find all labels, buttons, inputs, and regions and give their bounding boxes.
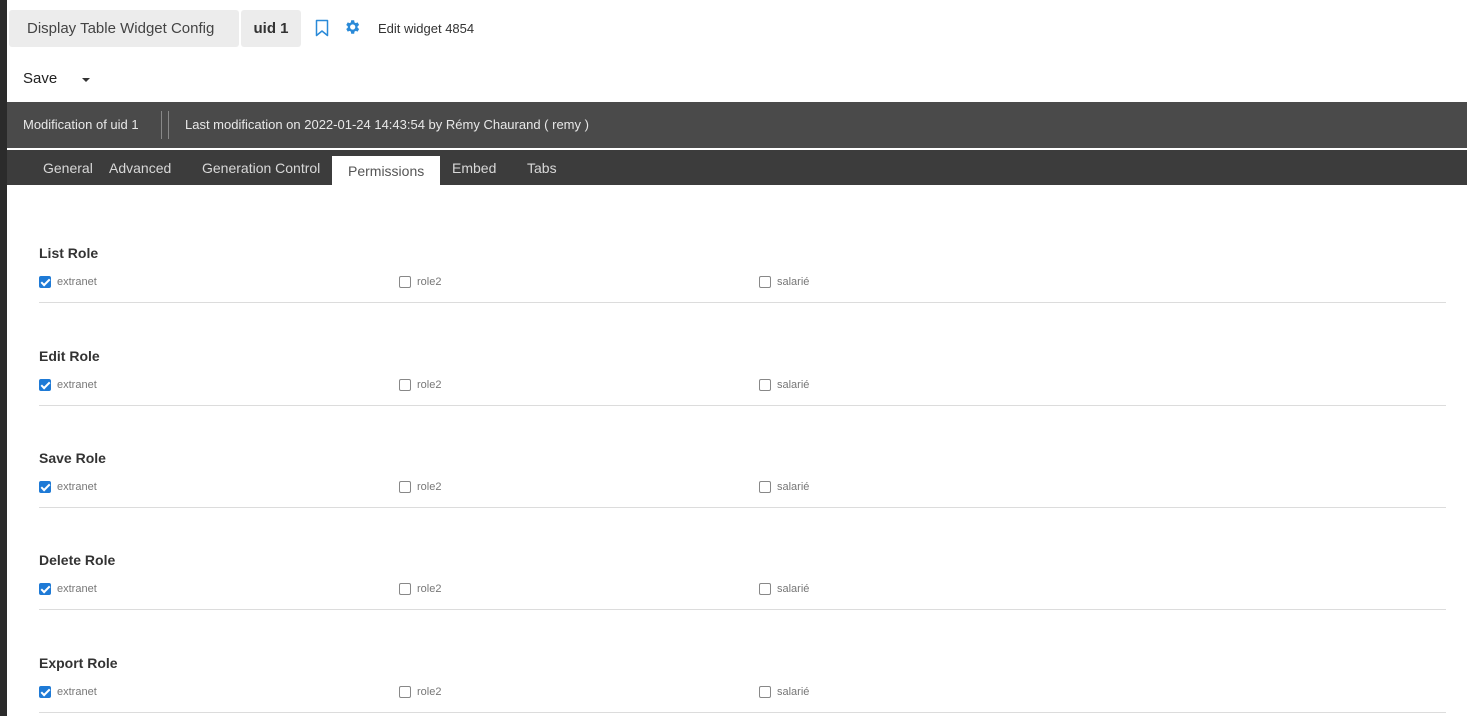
section-title: Edit Role <box>39 348 100 364</box>
checkbox-box[interactable] <box>759 276 771 288</box>
app-frame: Display Table Widget Config uid 1 Edit w… <box>7 0 1467 716</box>
checkbox-box[interactable] <box>399 276 411 288</box>
checkbox-salarie[interactable]: salarié <box>759 481 809 493</box>
checkbox-salarie[interactable]: salarié <box>759 276 809 288</box>
checkbox-box[interactable] <box>39 276 51 288</box>
tab-advanced[interactable]: Advanced <box>93 150 187 185</box>
section-export-role: Export Role extranet role2 salarié <box>39 610 1446 713</box>
checkbox-extranet[interactable]: extranet <box>39 686 97 698</box>
checkbox-box[interactable] <box>399 379 411 391</box>
tab-embed[interactable]: Embed <box>436 150 512 185</box>
checkbox-label: extranet <box>57 379 97 391</box>
bookmark-icon[interactable] <box>315 19 329 37</box>
section-title: List Role <box>39 245 99 261</box>
checkbox-salarie[interactable]: salarié <box>759 379 809 391</box>
checkbox-salarie[interactable]: salarié <box>759 686 809 698</box>
checkbox-label: salarié <box>777 583 810 595</box>
toolbar: Save <box>7 62 1467 102</box>
checkbox-label: salarié <box>777 379 810 391</box>
checkbox-label: role2 <box>417 379 442 391</box>
checkbox-label: extranet <box>57 686 97 698</box>
section-list-role: List Role extranet role2 salarié <box>39 200 1446 303</box>
checkbox-role2[interactable]: role2 <box>399 276 441 288</box>
info-separator <box>161 111 169 139</box>
section-delete-role: Delete Role extranet role2 salarié <box>39 507 1446 610</box>
last-modification-label: Last modification on 2022-01-24 14:43:54… <box>185 117 589 132</box>
checkbox-label: salarié <box>777 481 810 493</box>
checkbox-label: extranet <box>57 481 97 493</box>
checkbox-extranet[interactable]: extranet <box>39 583 97 595</box>
tab-bar: General Advanced Generation Control Perm… <box>7 150 1467 185</box>
section-title: Export Role <box>39 655 118 671</box>
checkbox-label: role2 <box>417 481 442 493</box>
modification-info-bar: Modification of uid 1 Last modification … <box>7 102 1467 148</box>
tab-generation-control[interactable]: Generation Control <box>186 150 336 185</box>
checkbox-box[interactable] <box>759 583 771 595</box>
checkbox-label: role2 <box>417 583 442 595</box>
edit-widget-label: Edit widget 4854 <box>378 21 475 36</box>
checkbox-box[interactable] <box>399 481 411 493</box>
checkbox-extranet[interactable]: extranet <box>39 379 97 391</box>
checkbox-box[interactable] <box>39 686 51 698</box>
breadcrumb-uid[interactable]: uid 1 <box>241 10 301 47</box>
section-title: Delete Role <box>39 552 116 568</box>
section-title: Save Role <box>39 450 106 466</box>
checkbox-box[interactable] <box>759 481 771 493</box>
modification-label: Modification of uid 1 <box>23 117 139 132</box>
section-edit-role: Edit Role extranet role2 salarié <box>39 303 1446 406</box>
tab-permissions[interactable]: Permissions <box>332 156 441 185</box>
checkbox-role2[interactable]: role2 <box>399 686 441 698</box>
gear-icon[interactable] <box>343 18 361 36</box>
checkbox-label: extranet <box>57 583 97 595</box>
checkbox-box[interactable] <box>39 583 51 595</box>
checkbox-role2[interactable]: role2 <box>399 481 441 493</box>
checkbox-label: salarié <box>777 686 810 698</box>
checkbox-box[interactable] <box>399 686 411 698</box>
checkbox-extranet[interactable]: extranet <box>39 276 97 288</box>
checkbox-box[interactable] <box>39 481 51 493</box>
checkbox-box[interactable] <box>759 686 771 698</box>
caret-down-icon[interactable] <box>79 68 93 90</box>
save-button[interactable]: Save <box>23 68 57 89</box>
tab-tabs[interactable]: Tabs <box>511 150 573 185</box>
checkbox-box[interactable] <box>399 583 411 595</box>
checkbox-box[interactable] <box>759 379 771 391</box>
checkbox-role2[interactable]: role2 <box>399 379 441 391</box>
checkbox-label: salarié <box>777 276 810 288</box>
section-save-role: Save Role extranet role2 salarié <box>39 405 1446 508</box>
checkbox-box[interactable] <box>39 379 51 391</box>
checkbox-label: role2 <box>417 276 442 288</box>
checkbox-role2[interactable]: role2 <box>399 583 441 595</box>
checkbox-extranet[interactable]: extranet <box>39 481 97 493</box>
header: Display Table Widget Config uid 1 Edit w… <box>7 0 1467 62</box>
checkbox-label: extranet <box>57 276 97 288</box>
breadcrumb-title[interactable]: Display Table Widget Config <box>9 10 239 47</box>
checkbox-salarie[interactable]: salarié <box>759 583 809 595</box>
checkbox-label: role2 <box>417 686 442 698</box>
